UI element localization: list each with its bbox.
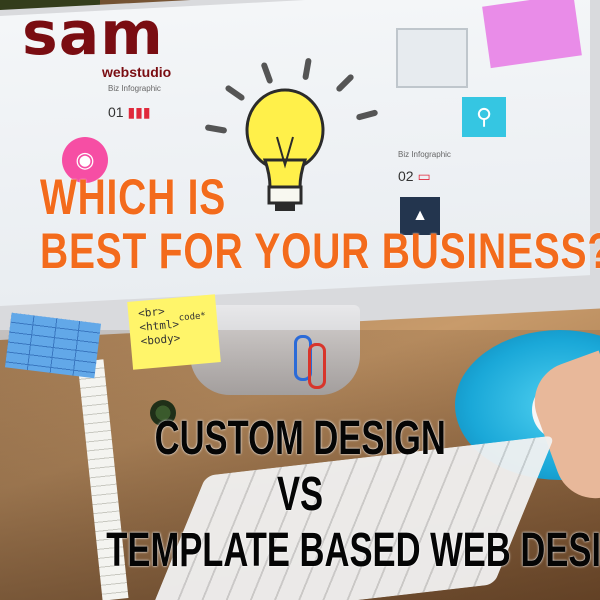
comparison-line-3: TEMPLATE BASED WEB DESIGN [0, 523, 600, 578]
laptop-icon: ▭ [417, 168, 431, 184]
number-value: 01 [108, 104, 124, 120]
paperclips [294, 335, 334, 390]
sticky-note-blue [4, 312, 102, 379]
infographic-number: 01 ▮▮▮ [108, 104, 151, 121]
logo-subtitle: webstudio [102, 64, 172, 80]
comparison-text: VS [276, 468, 324, 521]
infographic-number: 02 ▭ [398, 168, 431, 185]
bars-icon: ▮▮▮ [127, 104, 151, 120]
search-icon: ⚲ [462, 97, 506, 137]
infographic-label: Biz Infographic [108, 84, 161, 93]
promo-canvas: <br> <html> <body> code* ◉ ⚲ ▲ Biz Infog… [0, 0, 600, 600]
image-placeholder [396, 28, 468, 88]
number-value: 02 [398, 168, 414, 184]
comparison-text: TEMPLATE BASED WEB DESIGN [106, 524, 600, 577]
headline-line-1: WHICH IS [40, 169, 227, 225]
paperclip-red [308, 343, 326, 389]
comparison-text: CUSTOM DESIGN [154, 412, 446, 465]
sam-webstudio-logo: sam webstudio [22, 0, 171, 80]
infographic-label: Biz Infographic [398, 150, 451, 159]
logo-brand: sam [22, 0, 164, 69]
headline-line-2: BEST FOR YOUR BUSINESS?? [40, 223, 600, 279]
sticky-note-yellow: <br> <html> <body> code* [127, 294, 221, 370]
comparison-line-1: CUSTOM DESIGN [0, 411, 600, 466]
sticky-line: code* [178, 311, 207, 324]
comparison-vs: VS [0, 467, 600, 522]
